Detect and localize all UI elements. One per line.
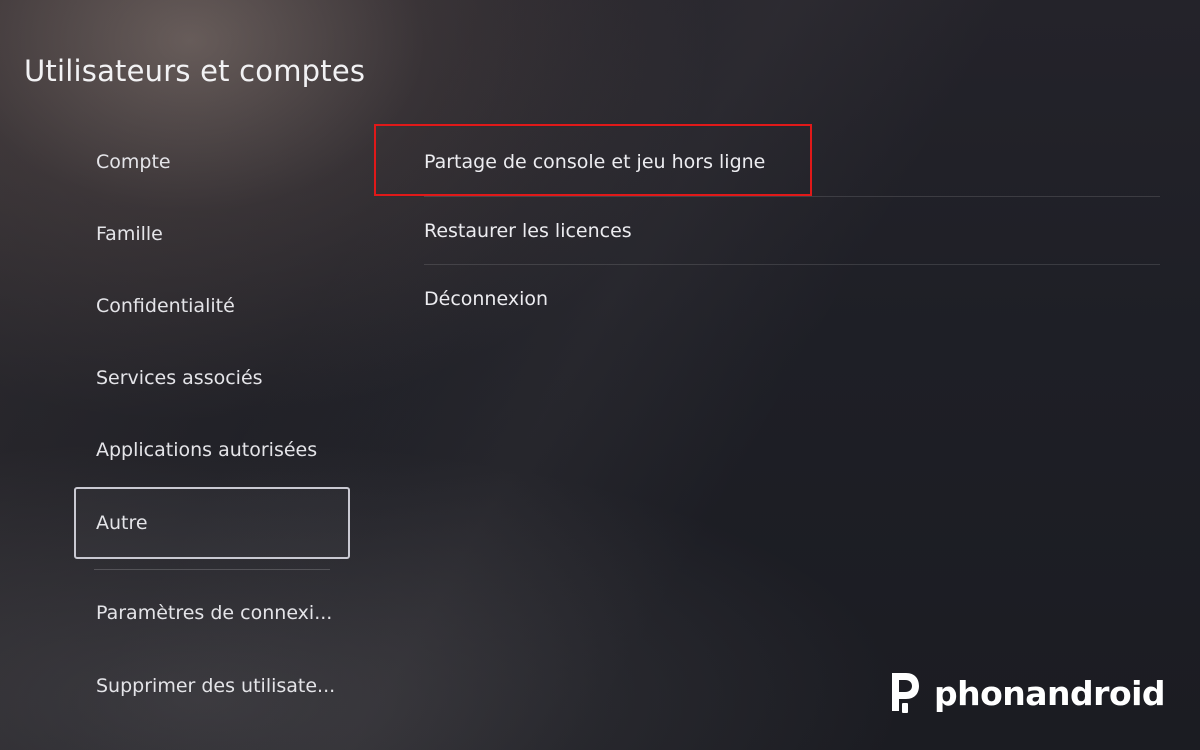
sidebar-divider (94, 569, 330, 570)
sidebar-item-services-associes[interactable]: Services associés (74, 342, 350, 414)
sidebar-item-supprimer-utilisateurs[interactable]: Supprimer des utilisate... (74, 650, 350, 722)
watermark: phonandroid (886, 666, 1176, 720)
sidebar-item-compte[interactable]: Compte (74, 126, 350, 198)
menu-item-restaurer-licences[interactable]: Restaurer les licences (424, 197, 1160, 265)
phonandroid-logo-icon (892, 673, 919, 713)
sidebar-item-confidentialite[interactable]: Confidentialité (74, 270, 350, 342)
watermark-text: phonandroid (934, 673, 1166, 713)
menu-item-deconnexion[interactable]: Déconnexion (424, 265, 1160, 333)
page-title: Utilisateurs et comptes (24, 54, 366, 88)
sidebar-item-parametres-connexion[interactable]: Paramètres de connexi... (74, 577, 350, 649)
sidebar-item-famille[interactable]: Famille (74, 198, 350, 270)
sidebar-item-applications-autorisees[interactable]: Applications autorisées (74, 414, 350, 486)
annotation-highlight-box (374, 124, 812, 196)
sidebar-item-autre[interactable]: Autre (74, 487, 350, 559)
